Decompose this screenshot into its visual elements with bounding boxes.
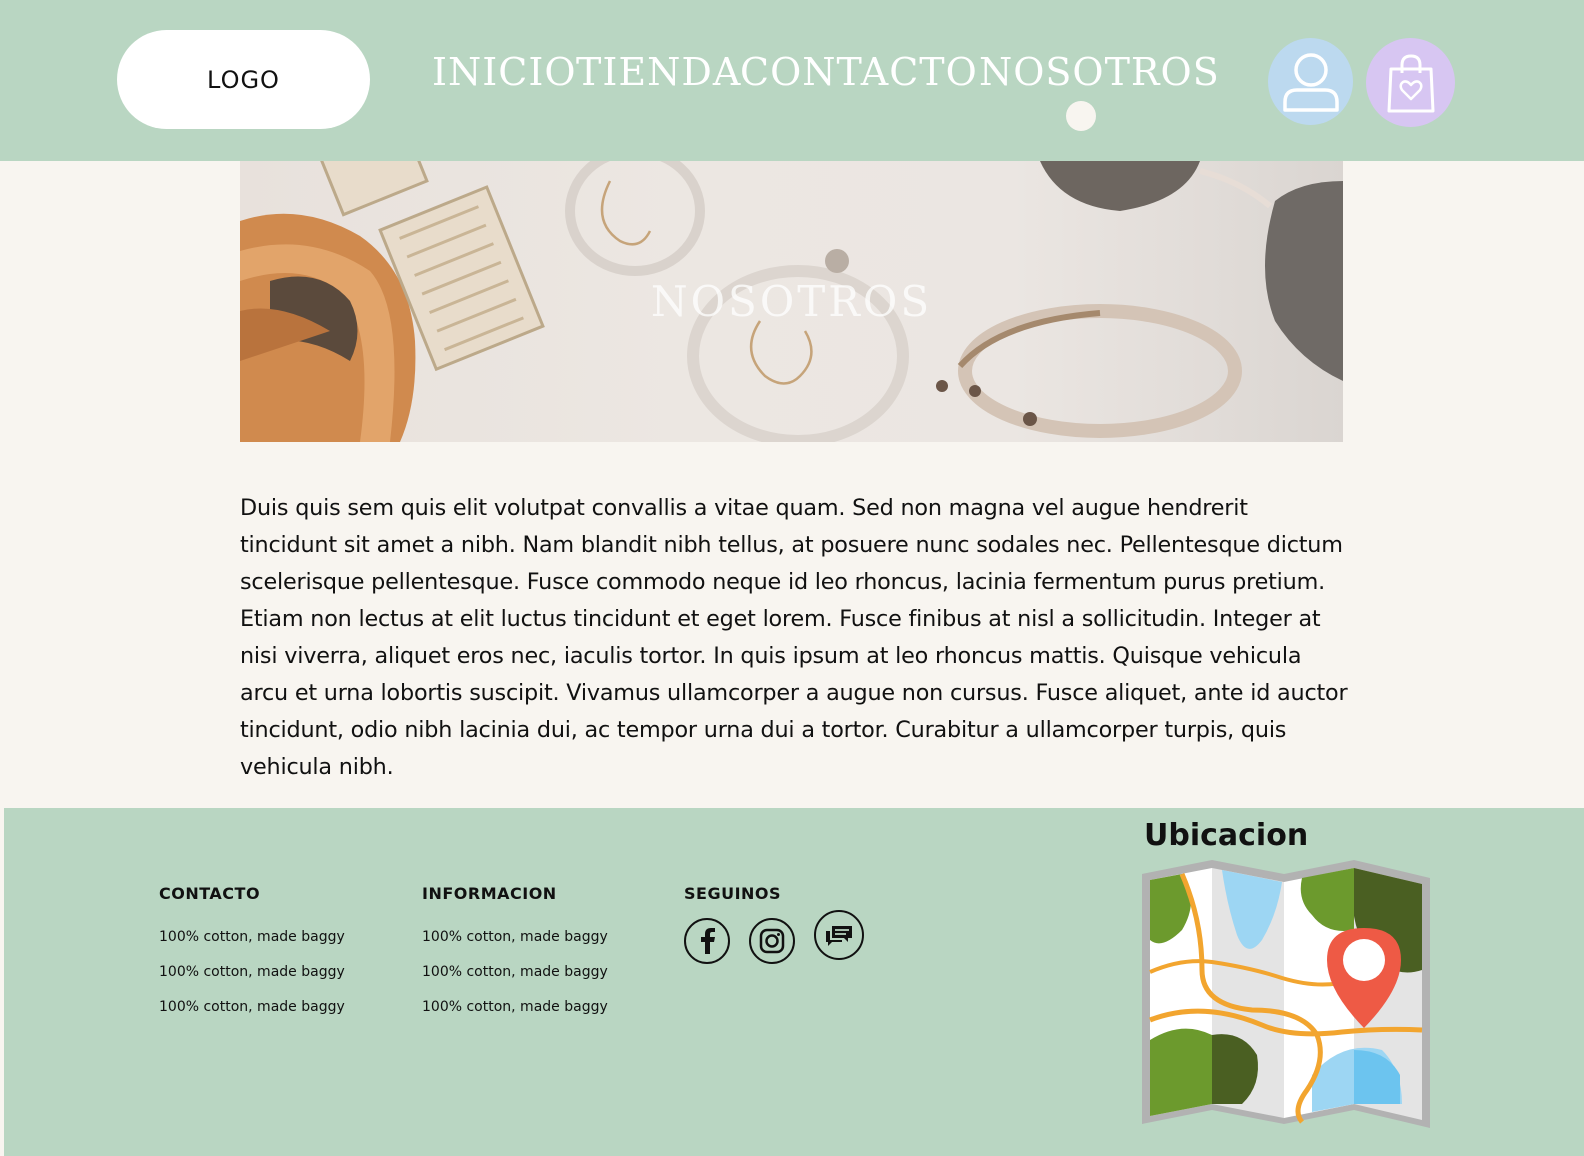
about-paragraph: Duis quis sem quis elit volutpat convall…: [240, 495, 1348, 780]
active-nav-indicator: [1066, 101, 1096, 131]
footer-informacion-item[interactable]: 100% cotton, made baggy: [422, 999, 608, 1015]
instagram-icon: [759, 928, 785, 954]
footer-contacto-item[interactable]: 100% cotton, made baggy: [159, 964, 345, 980]
ubicacion-title: Ubicacion: [1144, 818, 1309, 853]
instagram-button[interactable]: [749, 918, 795, 964]
footer-informacion-item[interactable]: 100% cotton, made baggy: [422, 964, 608, 980]
facebook-button[interactable]: [684, 918, 730, 964]
cart-button[interactable]: [1366, 38, 1455, 127]
shopping-bag-heart-icon: [1387, 53, 1434, 112]
chat-icon: [826, 926, 852, 946]
nav-tienda[interactable]: TIENDA: [576, 50, 741, 94]
hero-title: NOSOTROS: [650, 277, 933, 326]
footer-seguinos-title: SEGUINOS: [684, 884, 782, 903]
map-location-icon[interactable]: [1142, 860, 1434, 1135]
nav-nosotros[interactable]: NOSOTROS: [979, 50, 1220, 94]
footer-contacto-title: CONTACTO: [159, 884, 261, 903]
footer-contacto-item[interactable]: 100% cotton, made baggy: [159, 929, 345, 945]
footer-informacion-item[interactable]: 100% cotton, made baggy: [422, 929, 608, 945]
site-footer: CONTACTO 100% cotton, made baggy 100% co…: [4, 808, 1584, 1156]
footer-informacion-title: INFORMACION: [422, 884, 557, 903]
footer-contacto-item[interactable]: 100% cotton, made baggy: [159, 999, 345, 1015]
site-header: LOGO INICIO TIENDA CONTACTO NOSOTROS: [0, 0, 1584, 161]
logo[interactable]: LOGO: [117, 30, 370, 129]
hero-banner: NOSOTROS: [240, 161, 1343, 442]
chat-button[interactable]: [814, 910, 864, 960]
user-account-button[interactable]: [1268, 38, 1353, 125]
nav-contacto[interactable]: CONTACTO: [740, 50, 978, 94]
nav-inicio[interactable]: INICIO: [432, 50, 577, 94]
user-icon: [1282, 52, 1339, 112]
facebook-icon: [701, 928, 715, 954]
